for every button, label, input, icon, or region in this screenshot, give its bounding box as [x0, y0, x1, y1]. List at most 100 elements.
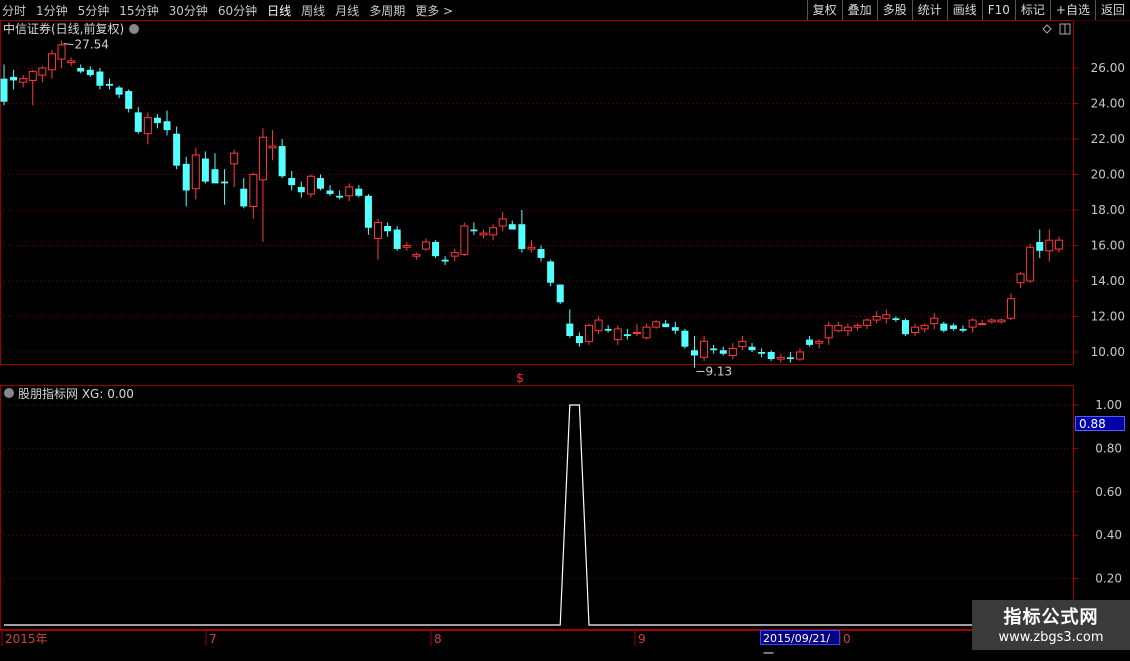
candle-body — [690, 350, 698, 356]
candle-body — [681, 330, 689, 347]
candle-body — [297, 186, 305, 193]
candle-body — [728, 347, 737, 357]
period-tab-2[interactable]: 5分钟 — [78, 2, 110, 19]
candle-body — [258, 136, 267, 181]
action-button-5[interactable]: F10 — [981, 0, 1015, 20]
marker-symbol: $ — [516, 371, 524, 385]
candle-body — [316, 178, 324, 189]
indicator-title: 股朋指标网 XG: 0.00 — [18, 386, 134, 401]
candle-body — [278, 146, 286, 177]
price-tick-label: 26.00 — [1091, 61, 1125, 75]
period-tab-0[interactable]: 分时 — [2, 2, 26, 19]
candle-body — [402, 245, 411, 248]
period-tab-7[interactable]: 周线 — [301, 2, 325, 19]
action-button-2[interactable]: 多股 — [876, 0, 912, 20]
action-button-0[interactable]: 复权 — [806, 0, 842, 20]
candle-body — [584, 324, 593, 342]
x-axis-label-2: 8 — [434, 632, 442, 646]
candle-body — [412, 253, 421, 257]
candle-body — [201, 158, 209, 182]
action-button-1[interactable]: 叠加 — [841, 0, 877, 20]
period-tab-4[interactable]: 30分钟 — [169, 2, 208, 19]
candle-body — [824, 324, 833, 339]
candle-body — [594, 319, 603, 332]
period-tab-10[interactable]: 更多 > — [415, 2, 453, 19]
candle-body — [432, 241, 440, 257]
low-price-label: 9.13 — [705, 364, 732, 378]
candle-body — [930, 317, 939, 325]
period-tab-1[interactable]: 1分钟 — [36, 2, 68, 19]
candle-body — [959, 328, 967, 331]
candle-body — [806, 339, 814, 345]
candle-body — [384, 225, 392, 232]
candle-body — [623, 334, 631, 337]
candle-body — [843, 326, 852, 332]
candle-body — [949, 325, 957, 329]
indicator-tick-label: 0.40 — [1095, 528, 1122, 542]
candle-body — [518, 224, 526, 250]
candle-body — [230, 152, 239, 165]
price-panel-frame — [0, 20, 1074, 365]
candle-body — [537, 249, 545, 258]
candle-body — [345, 186, 354, 197]
candle-body — [393, 229, 401, 250]
price-tick-label: 16.00 — [1091, 239, 1125, 253]
high-price-label: 27.54 — [75, 38, 109, 52]
candle-body — [997, 319, 1006, 323]
candle-body — [10, 76, 18, 81]
period-tab-6[interactable]: 日线 — [267, 2, 291, 19]
candle-body — [815, 340, 824, 344]
selected-date: 2015/09/21/一 — [760, 630, 840, 660]
action-button-4[interactable]: 画线 — [946, 0, 982, 20]
action-button-7[interactable]: +自选 — [1049, 0, 1095, 20]
candle-body — [776, 356, 785, 360]
candle-body — [96, 71, 104, 86]
action-button-8[interactable]: 返回 — [1094, 0, 1130, 20]
candle-body — [326, 190, 334, 195]
watermark: 指标公式网 www.zbgs3.com — [972, 600, 1130, 650]
indicator-tick-label: 1.00 — [1095, 398, 1122, 412]
candle-body — [211, 169, 219, 184]
candle-body — [421, 241, 430, 250]
candle-body — [1036, 241, 1044, 251]
candle-body — [364, 195, 372, 228]
candle-body — [143, 117, 152, 135]
candle-body — [105, 83, 113, 86]
candle-body — [115, 87, 123, 95]
candle-body — [604, 328, 612, 331]
stock-chart[interactable]: 26.00 24.00 22.00 20.00 18.00 16.00 14.00 12.00… — [0, 20, 1130, 650]
candle-body — [19, 78, 28, 83]
candle-body — [125, 91, 133, 109]
candle-body — [1026, 246, 1035, 282]
candle-body — [182, 163, 190, 191]
candle-body — [613, 328, 622, 341]
price-tick-label: 22.00 — [1091, 132, 1125, 146]
indicator-chevron-icon — [4, 388, 14, 398]
period-tab-9[interactable]: 多周期 — [369, 2, 405, 19]
candle-body — [671, 327, 679, 331]
period-tab-8[interactable]: 月线 — [335, 2, 359, 19]
action-buttons: 复权 叠加 多股 统计 画线 F10 标记 +自选 返回 — [806, 0, 1130, 20]
candle-body — [86, 69, 94, 76]
action-button-6[interactable]: 标记 — [1014, 0, 1050, 20]
candle-body — [547, 261, 555, 283]
candle-body — [163, 121, 171, 131]
price-tick-label: 14.00 — [1091, 274, 1125, 288]
candle-body — [57, 44, 66, 60]
candle-body — [968, 319, 977, 328]
candle-body — [566, 323, 574, 337]
candle-body — [710, 348, 718, 351]
period-tab-5[interactable]: 60分钟 — [218, 2, 257, 19]
candle-body — [355, 188, 363, 196]
candle-body — [67, 60, 76, 64]
candle-body — [249, 174, 258, 207]
period-tab-3[interactable]: 15分钟 — [119, 2, 158, 19]
candle-body — [47, 53, 56, 71]
x-axis-label-4: 0 — [843, 632, 851, 646]
indicator-cursor-value: 0.88 — [1075, 416, 1125, 431]
action-button-3[interactable]: 统计 — [911, 0, 947, 20]
candle-body — [240, 188, 248, 207]
candle-body — [738, 340, 747, 348]
candle-body — [191, 154, 200, 190]
candle-body — [336, 195, 344, 198]
